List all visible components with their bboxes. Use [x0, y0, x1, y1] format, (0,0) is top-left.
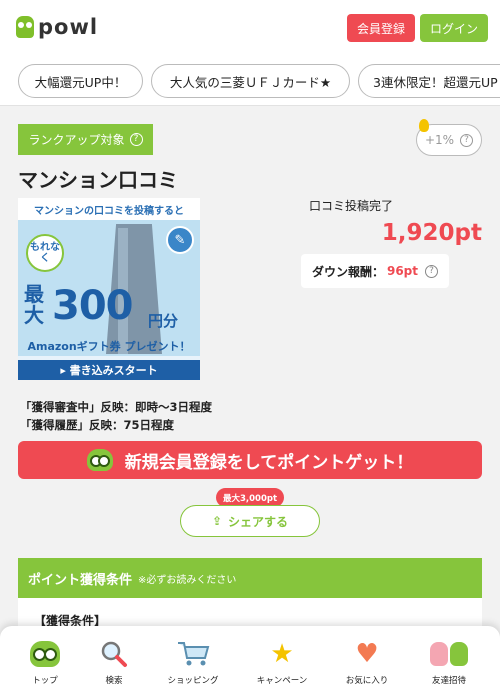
nav-label: お気に入り: [345, 676, 389, 686]
banner-top-text: マンションの口コミを投稿すると: [18, 198, 200, 220]
banner-gift-text: Amazonギフト券 プレゼント！: [27, 340, 191, 353]
down-reward-label: ダウン報酬：: [311, 264, 384, 279]
reflect-note: 「獲得履歴」反映：75日程度: [20, 418, 175, 432]
nav-invite[interactable]: 友達招待: [409, 638, 489, 698]
logo-text: powl: [38, 15, 99, 39]
status-label: 口コミ投稿完了: [309, 199, 394, 213]
cart-icon: [176, 638, 210, 670]
owl-icon: [86, 449, 113, 471]
down-reward-box[interactable]: ダウン報酬： 96pt ?: [301, 254, 449, 288]
help-icon: ?: [460, 133, 474, 147]
banner-prefix: 最大: [24, 282, 44, 327]
nav-top[interactable]: トップ: [5, 638, 85, 698]
heart-icon: ♥: [355, 639, 379, 669]
help-icon: ?: [425, 264, 439, 278]
owl-icon: [30, 641, 60, 667]
banner-amount: 300: [52, 283, 133, 329]
signup-cta-button[interactable]: 新規会員登録をしてポイントゲット！: [18, 441, 482, 479]
share-button[interactable]: ⇪ シェアする: [180, 505, 320, 537]
star-icon: ★: [270, 639, 294, 669]
chip-campaign[interactable]: 大幅還元UP中！: [18, 64, 143, 98]
conditions-header: ポイント獲得条件 ※必ずお読みください: [18, 558, 482, 598]
rank-up-label: ランクアップ対象: [28, 133, 125, 147]
conditions-title: ポイント獲得条件: [28, 572, 133, 588]
cta-label: 新規会員登録をしてポイントゲット！: [124, 452, 414, 473]
banner-badge: もれなく: [26, 234, 64, 272]
nav-label: キャンペーン: [256, 676, 308, 686]
login-button[interactable]: ログイン: [420, 14, 488, 42]
header: powl 会員登録 ログイン: [0, 0, 500, 56]
campaign-chips: 大幅還元UP中！ 大人気の三菱ＵＦＪカード★ 3連休限定！超還元UP: [0, 56, 500, 106]
nav-label: 検索: [105, 676, 123, 686]
nav-search[interactable]: 検索: [74, 638, 154, 698]
register-button[interactable]: 会員登録: [347, 14, 415, 42]
banner-unit: 円分: [148, 312, 179, 330]
banner-cta: ▸ 書き込みスタート: [18, 360, 200, 380]
points-value: 1,920pt: [381, 220, 482, 246]
conditions-subtitle: ※必ずお読みください: [138, 574, 237, 586]
pen-icon: ✎: [166, 226, 194, 254]
offer-banner[interactable]: マンションの口コミを投稿すると もれなく ✎ 最大 300 円分 Amazonギ…: [18, 198, 200, 380]
nav-label: トップ: [32, 676, 58, 686]
nav-favorites[interactable]: ♥ お気に入り: [327, 638, 407, 698]
nav-shopping[interactable]: ショッピング: [153, 638, 233, 698]
percent-label: +1%: [424, 133, 455, 147]
rank-up-badge[interactable]: ランクアップ対象 ?: [18, 124, 153, 155]
share-label: シェアする: [228, 514, 289, 529]
search-icon: [100, 638, 128, 670]
bottom-nav: トップ 検索 ショッピング ★ キャンペーン ♥ お気に入り 友達招待: [0, 626, 500, 700]
nav-label: ショッピング: [167, 676, 219, 686]
chip-campaign[interactable]: 大人気の三菱ＵＦＪカード★: [151, 64, 350, 98]
help-icon: ?: [129, 133, 143, 146]
reflect-note: 「獲得審査中」反映：即時〜3日程度: [20, 400, 212, 414]
powl-logo[interactable]: powl: [16, 15, 98, 39]
owl-logo-icon: [16, 16, 34, 38]
share-icon: ⇪: [211, 514, 223, 528]
friends-icon: [430, 642, 468, 666]
rank-crown-icon: [419, 119, 429, 132]
chip-campaign[interactable]: 3連休限定！超還元UP: [358, 64, 500, 98]
nav-label: 友達招待: [431, 676, 466, 686]
down-reward-value: 96pt: [386, 264, 419, 278]
page-title: マンション口コミ: [18, 168, 178, 192]
nav-campaign[interactable]: ★ キャンペーン: [242, 638, 322, 698]
